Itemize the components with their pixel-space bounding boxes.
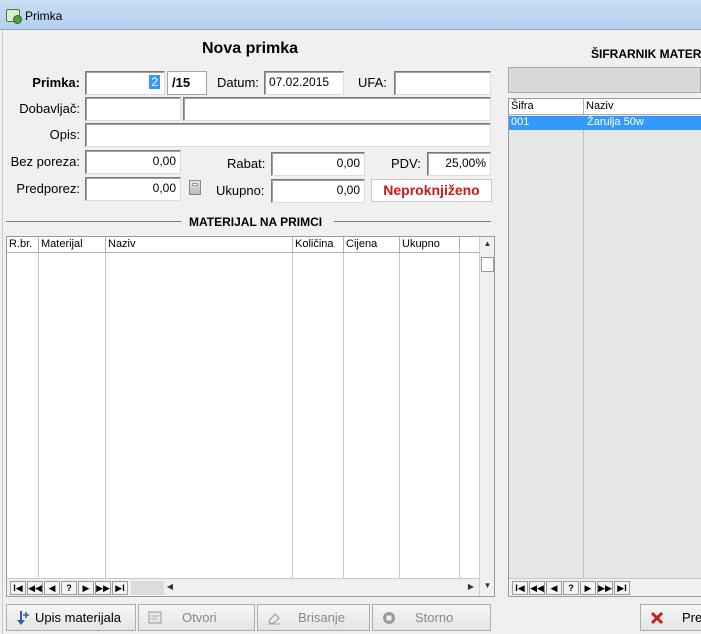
ufa-field[interactable] bbox=[394, 71, 491, 95]
materials-navigator-bar: I◀ ◀◀ ◀ ? ▶ ▶▶ ▶I ◀ ▶ bbox=[7, 578, 479, 596]
window-title: Primka bbox=[25, 9, 63, 23]
status-badge: Neproknjiženo bbox=[371, 179, 492, 202]
column-divider bbox=[292, 253, 293, 578]
nav-prior-button[interactable]: ◀ bbox=[44, 581, 60, 595]
opis-field[interactable] bbox=[85, 123, 491, 147]
column-divider bbox=[399, 253, 400, 578]
ufa-label: UFA: bbox=[358, 75, 387, 90]
scroll-right-arrow[interactable]: ▶ bbox=[465, 582, 477, 591]
calculator-icon[interactable] bbox=[189, 180, 201, 195]
column-header-filler bbox=[460, 237, 479, 253]
close-x-icon bbox=[650, 611, 664, 625]
column-divider bbox=[38, 253, 39, 578]
scroll-left-arrow[interactable]: ◀ bbox=[164, 582, 176, 591]
catalog-cell-sifra: 001 bbox=[511, 116, 530, 128]
catalog-nav-search-button[interactable]: ? bbox=[563, 581, 579, 595]
materials-vertical-scrollbar[interactable]: ▲ ▼ bbox=[479, 237, 494, 596]
otvori-label: Otvori bbox=[182, 610, 217, 625]
ukupno-label: Ukupno: bbox=[216, 183, 265, 198]
nav-search-button[interactable]: ? bbox=[61, 581, 77, 595]
catalog-column-divider bbox=[583, 130, 584, 578]
catalog-nav-next-button[interactable]: ▶ bbox=[580, 581, 596, 595]
pdv-label: PDV: bbox=[391, 156, 421, 171]
catalog-header-sifra[interactable]: Šifra bbox=[509, 99, 584, 115]
catalog-nav-first-button[interactable]: I◀ bbox=[512, 581, 528, 595]
eraser-icon bbox=[268, 613, 280, 625]
pregled-button[interactable]: Pre bbox=[640, 604, 701, 631]
nav-next-page-button[interactable]: ▶▶ bbox=[95, 581, 111, 595]
section-divider-left bbox=[6, 221, 181, 222]
column-header-materijal[interactable]: Materijal bbox=[39, 237, 106, 253]
dobavljac-name-field[interactable] bbox=[183, 97, 491, 121]
column-divider bbox=[343, 253, 344, 578]
column-header-cijena[interactable]: Cijena bbox=[344, 237, 400, 253]
predporez-field[interactable]: 0,00 bbox=[85, 177, 181, 201]
document-open-icon bbox=[148, 611, 162, 624]
column-header-ukupno[interactable]: Ukupno bbox=[400, 237, 460, 253]
rabat-field[interactable]: 0,00 bbox=[271, 152, 365, 176]
materials-section-title: MATERIJAL NA PRIMCI bbox=[189, 215, 323, 229]
datum-label: Datum: bbox=[217, 75, 259, 90]
primka-year-suffix: /15 bbox=[167, 71, 207, 95]
ukupno-field[interactable]: 0,00 bbox=[271, 179, 365, 203]
catalog-nav-prior-button[interactable]: ◀ bbox=[546, 581, 562, 595]
catalog-nav-next-page-button[interactable]: ▶▶ bbox=[597, 581, 613, 595]
form-heading: Nova primka bbox=[202, 40, 299, 57]
catalog-navigator-bar: I◀ ◀◀ ◀ ? ▶ ▶▶ ▶I bbox=[509, 578, 701, 596]
nav-first-button[interactable]: I◀ bbox=[10, 581, 26, 595]
window-icon bbox=[6, 9, 22, 24]
catalog-cell-naziv: Žarulja 50w bbox=[587, 116, 644, 128]
section-divider-right bbox=[334, 221, 491, 222]
otvori-button[interactable]: Otvori bbox=[138, 604, 255, 631]
title-bar: Primka bbox=[0, 0, 701, 30]
nav-last-button[interactable]: ▶I bbox=[112, 581, 128, 595]
datum-field[interactable]: 07.02.2015 bbox=[264, 71, 344, 95]
catalog-row-selected[interactable]: 001 Žarulja 50w bbox=[509, 116, 701, 130]
dobavljac-label: Dobavljač: bbox=[19, 101, 80, 116]
horizontal-scroll-thumb[interactable] bbox=[131, 581, 164, 595]
catalog-header-naziv[interactable]: Naziv bbox=[584, 99, 701, 115]
scroll-down-arrow[interactable]: ▼ bbox=[480, 581, 495, 590]
catalog-title: ŠIFRARNIK MATERIJALA bbox=[591, 47, 701, 61]
primka-number-field[interactable]: 2 bbox=[85, 71, 165, 95]
arrow-down-add-icon bbox=[17, 611, 29, 625]
bez-poreza-field[interactable]: 0,00 bbox=[85, 150, 181, 174]
predporez-label: Predporez: bbox=[16, 181, 80, 196]
dobavljac-code-field[interactable] bbox=[85, 97, 181, 121]
catalog-nav-last-button[interactable]: ▶I bbox=[614, 581, 630, 595]
primka-number-value: 2 bbox=[149, 75, 160, 89]
upis-materijala-label: Upis materijala bbox=[35, 610, 121, 625]
catalog-nav-prior-page-button[interactable]: ◀◀ bbox=[529, 581, 545, 595]
primka-label: Primka: bbox=[32, 75, 80, 90]
storno-button[interactable]: Storno bbox=[372, 604, 491, 631]
materials-grid[interactable]: R.br. Materijal Naziv Količina Cijena Uk… bbox=[6, 236, 495, 597]
catalog-search-field[interactable] bbox=[508, 67, 701, 93]
upis-materijala-button[interactable]: Upis materijala bbox=[6, 604, 136, 631]
nav-next-button[interactable]: ▶ bbox=[78, 581, 94, 595]
catalog-grid[interactable]: Šifra Naziv 001 Žarulja 50w I◀ ◀◀ ◀ ? ▶ … bbox=[508, 98, 701, 597]
opis-label: Opis: bbox=[49, 127, 80, 142]
nav-prior-page-button[interactable]: ◀◀ bbox=[27, 581, 43, 595]
column-header-kolicina[interactable]: Količina bbox=[293, 237, 344, 253]
column-header-rbr[interactable]: R.br. bbox=[7, 237, 39, 253]
rabat-label: Rabat: bbox=[227, 156, 266, 171]
bez-poreza-label: Bez poreza: bbox=[10, 154, 80, 169]
brisanje-button[interactable]: Brisanje bbox=[257, 604, 370, 631]
scroll-up-arrow[interactable]: ▲ bbox=[480, 239, 495, 248]
column-divider bbox=[459, 253, 460, 578]
column-divider bbox=[105, 253, 106, 578]
stop-circle-icon bbox=[383, 612, 395, 624]
storno-label: Storno bbox=[415, 610, 454, 625]
column-header-naziv[interactable]: Naziv bbox=[106, 237, 293, 253]
pdv-field[interactable]: 25,00% bbox=[427, 152, 491, 176]
scroll-thumb[interactable] bbox=[481, 257, 494, 272]
brisanje-label: Brisanje bbox=[298, 610, 345, 625]
pregled-label: Pre bbox=[682, 610, 701, 625]
